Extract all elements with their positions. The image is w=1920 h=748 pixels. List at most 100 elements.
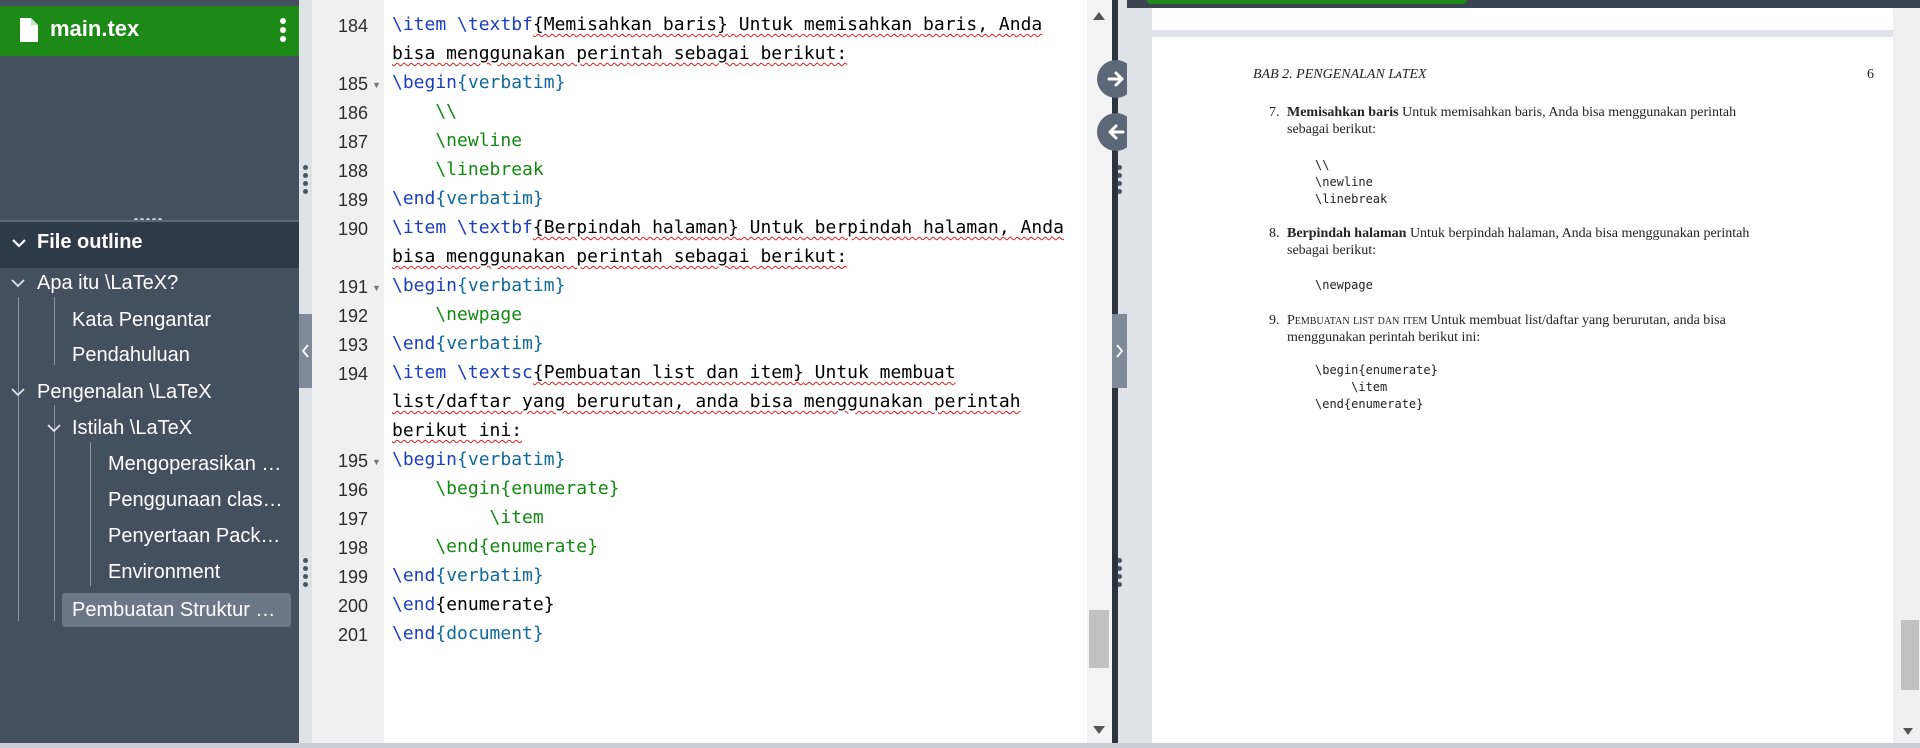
line-number: 197 <box>337 509 368 529</box>
verbatim-block: \newpage <box>1315 278 1373 292</box>
chevron-down-icon[interactable] <box>46 420 62 436</box>
list-item-text: sebagai berikut: <box>1287 122 1377 137</box>
latex-environment: {verbatim} <box>435 333 544 354</box>
collapse-left-icon[interactable] <box>299 314 312 388</box>
outline-item-environment[interactable]: Environment <box>108 557 286 587</box>
scroll-down-icon[interactable] <box>1903 728 1913 735</box>
latex-command: \item \textbf <box>392 217 533 238</box>
line-number-gutter: 184 185 ▼ 186 187 188 189 190 191 ▼ 192 … <box>312 0 384 743</box>
fold-marker-icon[interactable]: ▼ <box>372 80 381 90</box>
latex-command: \end <box>392 623 436 644</box>
code-text: {Berpindah halaman} <box>532 217 739 238</box>
file-header[interactable]: main.tex <box>0 6 299 56</box>
outline-item-pengenalan-latex[interactable]: Pengenalan \LaTeX <box>37 377 292 407</box>
latex-environment: {verbatim} <box>457 72 566 93</box>
kebab-menu-icon[interactable] <box>279 18 287 44</box>
tree-guide <box>54 297 55 365</box>
outline-item-apa-itu-latex[interactable]: Apa itu \LaTeX? <box>37 268 292 298</box>
code-line[interactable]: \newline <box>392 128 522 154</box>
scroll-down-icon[interactable] <box>1093 726 1105 734</box>
line-number: 189 <box>337 190 368 210</box>
collapse-right-icon[interactable] <box>1112 314 1127 388</box>
outline-item-pendahuluan[interactable]: Pendahuluan <box>72 340 292 370</box>
list-number: 8. <box>1269 226 1280 241</box>
code-text: {Pembuatan list dan item} <box>532 362 804 383</box>
code-line[interactable]: \newpage <box>392 302 522 328</box>
outline-item-mengoperasikan[interactable]: Mengoperasikan … <box>108 449 286 479</box>
code-line[interactable]: \item \textbf{Memisahkan baris} Untuk me… <box>392 12 1042 38</box>
outline-item-penggunaan-class[interactable]: Penggunaan clas… <box>108 485 286 515</box>
latex-command: \item \textsc <box>392 362 533 383</box>
code-line-wrap[interactable]: list/daftar yang berurutan, anda bisa me… <box>392 389 1021 415</box>
code-text: {Memisahkan baris} <box>532 14 728 35</box>
bottom-edge <box>0 743 1920 748</box>
latex-environment: {verbatim} <box>457 449 566 470</box>
editor-scrollbar[interactable] <box>1087 0 1112 743</box>
page-number: 6 <box>1867 67 1874 82</box>
code-line[interactable]: \end{verbatim} <box>392 186 544 212</box>
outline-item-kata-pengantar[interactable]: Kata Pengantar <box>72 305 292 335</box>
code-line[interactable]: \\ <box>392 99 457 125</box>
file-sidebar: main.tex File outline Apa itu \LaTeX? Ka… <box>0 0 299 743</box>
list-item-text: sebagai berikut: <box>1287 243 1377 258</box>
code-line[interactable]: \end{verbatim} <box>392 563 544 589</box>
code-editor[interactable]: 184 185 ▼ 186 187 188 189 190 191 ▼ 192 … <box>312 0 1087 743</box>
code-line[interactable]: \end{verbatim} <box>392 331 544 357</box>
latex-command: \begin <box>392 449 458 470</box>
chevron-down-icon[interactable] <box>10 384 26 400</box>
code-line[interactable]: \item <box>392 505 544 531</box>
latex-command: \begin <box>392 275 458 296</box>
fold-marker-icon[interactable]: ▼ <box>372 283 381 293</box>
panel-resize-handle[interactable] <box>134 209 164 222</box>
code-text: Untuk membuat <box>803 362 956 383</box>
line-number: 199 <box>337 567 368 587</box>
code-line-wrap[interactable]: berikut ini: <box>392 418 522 444</box>
code-line[interactable]: \begin{enumerate} <box>392 476 619 502</box>
latex-environment: {enumerate} <box>435 594 555 615</box>
pdf-previous-page <box>1152 8 1893 30</box>
file-icon <box>20 18 38 42</box>
editor-scroll-thumb[interactable] <box>1089 610 1109 668</box>
line-number: 191 <box>337 277 368 297</box>
outline-item-pembuatan-struktur[interactable]: Pembuatan Struktur … <box>72 593 286 627</box>
pdf-page: BAB 2. PENGENALAN LᴀTEX 6 7. Memisahkan … <box>1152 37 1893 743</box>
code-line[interactable]: \end{enumerate} <box>392 534 598 560</box>
pdf-scroll-thumb[interactable] <box>1901 620 1919 690</box>
list-item-text: menggunakan perintah berikut ini: <box>1287 330 1481 345</box>
pdf-scrollbar[interactable] <box>1893 8 1920 743</box>
outline-item-istilah-latex[interactable]: Istilah \LaTeX <box>72 413 292 443</box>
code-line[interactable]: \item \textsc{Pembuatan list dan item} U… <box>392 360 956 386</box>
pdf-viewer[interactable]: BAB 2. PENGENALAN LᴀTEX 6 7. Memisahkan … <box>1127 0 1920 743</box>
list-item-text: Untuk memisahkan baris, Anda bisa menggu… <box>1398 105 1737 120</box>
line-number: 188 <box>337 161 368 181</box>
fold-marker-icon[interactable]: ▼ <box>372 457 381 467</box>
list-number: 7. <box>1269 105 1280 120</box>
list-item: Berpindah halaman Untuk berpindah halama… <box>1287 225 1847 242</box>
line-number: 186 <box>337 103 368 123</box>
code-line[interactable]: \end{enumerate} <box>392 592 555 618</box>
chevron-down-icon <box>12 239 26 248</box>
code-line[interactable]: \linebreak <box>392 157 543 183</box>
recompile-indicator <box>1147 0 1467 4</box>
scroll-up-icon[interactable] <box>1093 12 1105 20</box>
code-line[interactable]: \begin{verbatim} <box>392 447 565 473</box>
code-line[interactable]: \begin{verbatim} <box>392 273 565 299</box>
code-line-wrap[interactable]: bisa menggunakan perintah sebagai beriku… <box>392 41 847 67</box>
verbatim-block: \begin{enumerate} \item \end{enumerate} <box>1315 363 1438 411</box>
list-item: Pembuatan list dan item Untuk membuat li… <box>1287 312 1847 329</box>
code-line-wrap[interactable]: bisa menggunakan perintah sebagai beriku… <box>392 244 847 270</box>
code-text: berikut ini: <box>392 420 523 441</box>
tree-guide <box>18 297 19 621</box>
chevron-down-icon[interactable] <box>10 275 26 291</box>
outline-title: File outline <box>37 231 143 253</box>
latex-command: \begin <box>392 72 458 93</box>
code-line[interactable]: \item \textbf{Berpindah halaman} Untuk b… <box>392 215 1064 241</box>
file-name[interactable]: main.tex <box>50 16 139 42</box>
outline-item-penyertaan-package[interactable]: Penyertaan Pack… <box>108 521 286 551</box>
code-line[interactable]: \begin{verbatim} <box>392 70 565 96</box>
page-header: BAB 2. PENGENALAN LᴀTEX <box>1253 67 1427 82</box>
latex-command: \end <box>392 333 436 354</box>
outline-header[interactable]: File outline <box>0 222 299 268</box>
latex-environment: {document} <box>435 623 544 644</box>
code-line[interactable]: \end{document} <box>392 621 544 647</box>
